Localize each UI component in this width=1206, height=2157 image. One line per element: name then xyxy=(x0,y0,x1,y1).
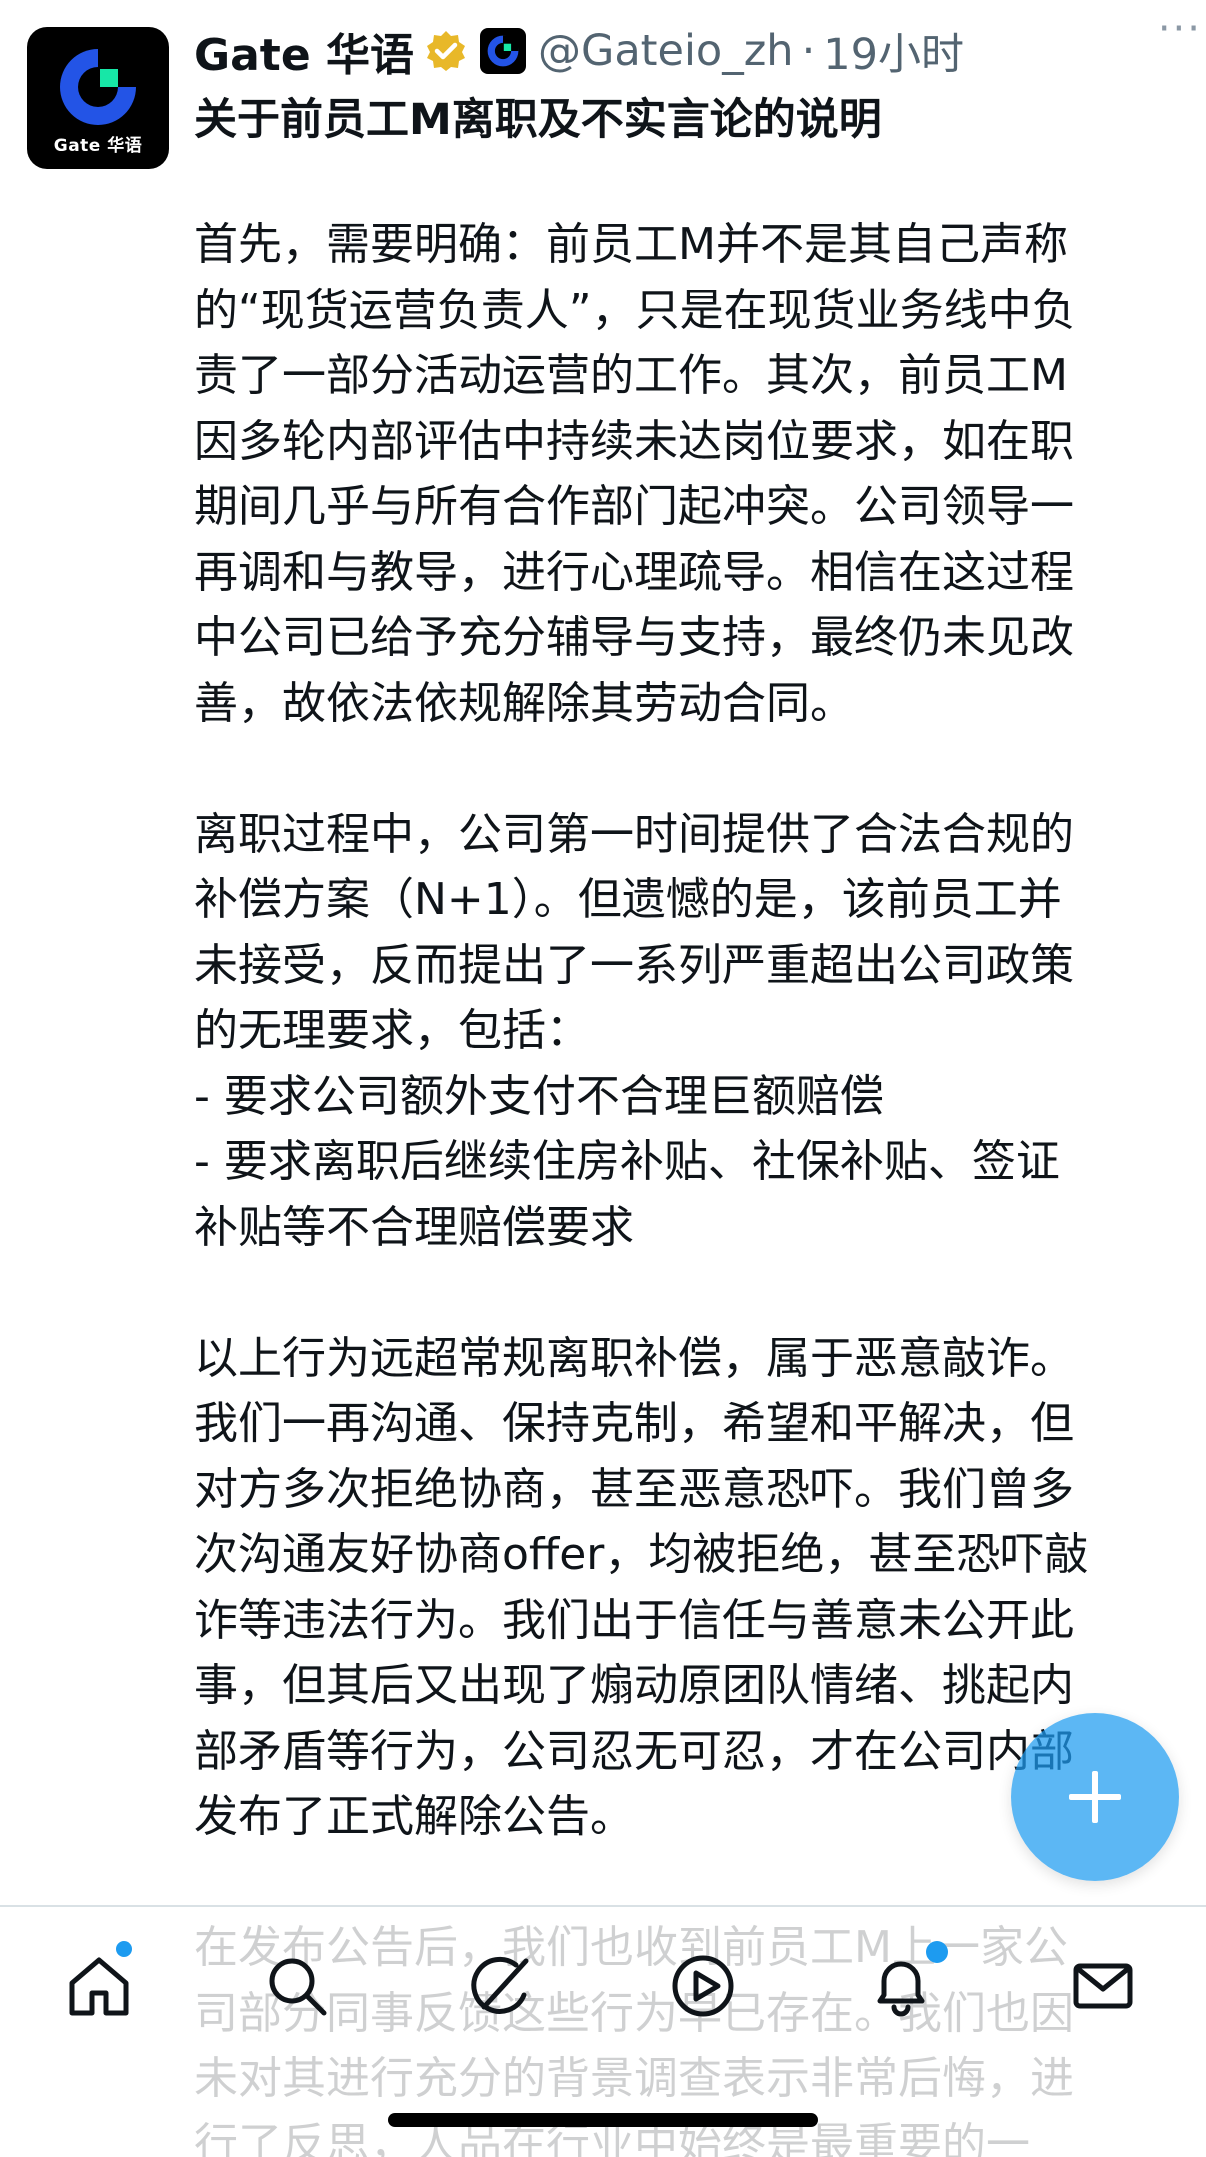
notifications-icon[interactable] xyxy=(866,1951,936,2021)
tweet-text-line: 未接受，反而提出了一系列严重超出公司政策 xyxy=(194,939,1074,991)
tweet-text-line: 次沟通友好协商offer，均被拒绝，甚至恐吓敲 xyxy=(194,1529,1089,1580)
tweet-text-line: 诈等违法行为。我们出于信任与善意未公开此 xyxy=(194,1594,1074,1646)
tweet-header: Gate 华语 @Gateio_zh · 19小时 xyxy=(194,20,1186,82)
timestamp[interactable]: 19小时 xyxy=(823,20,964,82)
video-icon[interactable] xyxy=(668,1951,738,2021)
avatar-label: Gate 华语 xyxy=(53,136,143,156)
tweet-text-line: 我们一再沟通、保持克制，希望和平解决，但 xyxy=(194,1398,1074,1449)
home-icon[interactable] xyxy=(64,1951,134,2021)
more-options-icon[interactable]: ··· xyxy=(1158,6,1202,52)
tweet-title: 关于前员工M离职及不实言论的说明 xyxy=(194,95,882,145)
tweet-page: Gate 华语 Gate 华语 @Gateio_zh · 19小时 ··· 关于… xyxy=(0,0,1206,2157)
tweet-text-line: 再调和与教导，进行心理疏导。相信在这过程 xyxy=(194,546,1074,598)
tweet-text-line: 责了一部分活动运营的工作。其次，前员工M xyxy=(194,350,1068,401)
tweet-text-line: 首先，需要明确：前员工M并不是其自己声称 xyxy=(194,219,1068,270)
messages-icon[interactable] xyxy=(1068,1951,1138,2021)
display-name[interactable]: Gate 华语 xyxy=(194,19,414,83)
search-icon[interactable] xyxy=(262,1951,332,2021)
tweet-text-line: 期间几乎与所有合作部门起冲突。公司领导一 xyxy=(194,481,1074,532)
handle[interactable]: @Gateio_zh xyxy=(538,26,794,76)
tweet-text-line: 补贴等不合理赔偿要求 xyxy=(194,1201,634,1253)
tweet-text-line: 善，故依法依规解除其劳动合同。 xyxy=(194,677,854,729)
tweet-text-line: 的无理要求，包括： xyxy=(194,1005,590,1056)
tweet-body: 首先，需要明确：前员工M并不是其自己声称 的“现货运营负责人”，只是在现货业务线中… xyxy=(194,212,1194,2157)
verified-badge-icon[interactable] xyxy=(424,29,468,73)
gate-logo-icon xyxy=(60,49,136,125)
affiliate-logo-icon[interactable] xyxy=(480,28,526,74)
home-indicator xyxy=(388,2113,818,2127)
tweet-text-line: 补偿方案（N+1）。但遗憾的是，该前员工并 xyxy=(194,874,1062,925)
tweet-text-line: 离职过程中，公司第一时间提供了合法合规的 xyxy=(194,808,1074,860)
tweet-text-line: - 要求公司额外支付不合理巨额赔偿 xyxy=(194,1070,884,1122)
separator-dot: · xyxy=(801,26,816,76)
tweet-text-line: 以上行为远超常规离职补偿，属于恶意敲诈。 xyxy=(194,1332,1074,1384)
compose-button[interactable] xyxy=(1011,1713,1179,1881)
home-unread-dot xyxy=(116,1941,132,1957)
plus-icon xyxy=(1069,1771,1121,1823)
tweet-text-line: 对方多次拒绝协商，甚至恶意恐吓。我们曾多 xyxy=(194,1463,1074,1515)
avatar[interactable]: Gate 华语 xyxy=(27,27,169,169)
grok-icon[interactable] xyxy=(466,1951,536,2021)
tweet-text-line: 中公司已给予充分辅导与支持，最终仍未见改 xyxy=(194,612,1074,663)
tweet-text-line: 因多轮内部评估中持续未达岗位要求，如在职 xyxy=(194,415,1074,467)
notifications-badge xyxy=(926,1941,948,1963)
tweet-text-line: - 要求离职后继续住房补贴、社保补贴、签证 xyxy=(194,1136,1060,1187)
tweet-text-line: 的“现货运营负责人”，只是在现货业务线中负 xyxy=(194,284,1076,336)
tweet-text-line: 事，但其后又出现了煽动原团队情绪、挑起内 xyxy=(194,1660,1074,1711)
